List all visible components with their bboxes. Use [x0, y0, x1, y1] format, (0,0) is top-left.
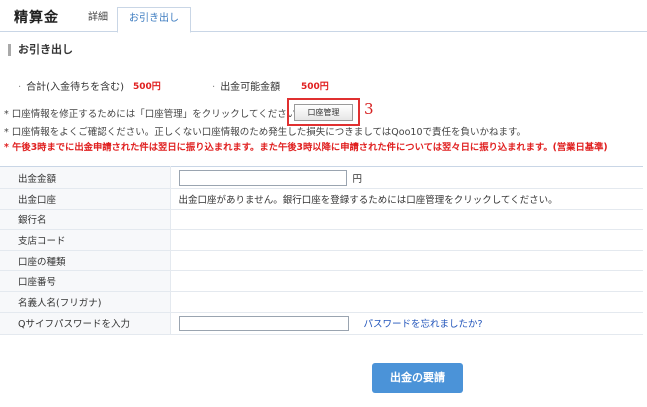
- account-type-label: 口座の種類: [0, 250, 171, 272]
- account-edit-note: * 口座情報を修正するためには「口座管理」をクリックしてください。: [4, 109, 306, 120]
- available-amount-label: 出金可能金額: [212, 78, 280, 93]
- table-row: 口座の種類: [0, 250, 643, 272]
- header: 精算金 詳細 お引き出し: [0, 0, 647, 33]
- withdrawal-form-table: 出金金額 円 出金口座 出金口座がありません。銀行口座を登録するためには口座管理…: [0, 166, 643, 335]
- transfer-schedule-note: * 午後3時までに出金申請された件は翌日に振り込まれます。また午後3時以降に申請…: [4, 142, 608, 153]
- total-label: 合計(入金待ちを含む): [18, 78, 124, 93]
- annotation-number: 3: [364, 100, 374, 118]
- account-management-button[interactable]: 口座管理: [294, 104, 353, 121]
- withdraw-amount-label: 出金金額: [0, 166, 171, 189]
- account-number-value: [170, 270, 643, 292]
- tab-withdraw[interactable]: お引き出し: [117, 7, 191, 33]
- total-value: 500円: [133, 82, 161, 92]
- tab-details[interactable]: 詳細: [78, 7, 118, 33]
- account-verify-note: * 口座情報をよくご確認ください。正しくない口座情報のため発生した損失につきまし…: [4, 127, 527, 138]
- withdraw-amount-input[interactable]: [178, 169, 347, 186]
- page-title: 精算金: [14, 10, 59, 26]
- table-row: 銀行名: [0, 209, 643, 231]
- table-row: 出金口座 出金口座がありません。銀行口座を登録するためには口座管理をクリックして…: [0, 188, 643, 210]
- forgot-password-link[interactable]: パスワードを忘れましたか?: [364, 319, 483, 330]
- bank-name-label: 銀行名: [0, 209, 171, 231]
- qsaifu-password-cell: パスワードを忘れましたか?: [170, 312, 643, 335]
- withdraw-account-label: 出金口座: [0, 188, 171, 210]
- bank-name-value: [170, 209, 643, 231]
- table-row: 名義人名(フリガナ): [0, 291, 643, 313]
- withdraw-account-value: 出金口座がありません。銀行口座を登録するためには口座管理をクリックしてください。: [170, 188, 643, 210]
- qsaifu-password-label: Qサイフパスワードを入力: [0, 312, 171, 335]
- qsaifu-password-input[interactable]: [178, 315, 349, 331]
- table-row: Qサイフパスワードを入力 パスワードを忘れましたか?: [0, 312, 643, 335]
- table-row: 支店コード: [0, 229, 643, 251]
- branch-code-value: [170, 229, 643, 251]
- table-row: 口座番号: [0, 270, 643, 292]
- table-row: 出金金額 円: [0, 166, 643, 189]
- account-holder-label: 名義人名(フリガナ): [0, 291, 171, 313]
- account-type-value: [170, 250, 643, 272]
- account-number-label: 口座番号: [0, 270, 171, 292]
- section-title: お引き出し: [8, 44, 73, 56]
- available-amount-value: 500円: [301, 82, 329, 92]
- account-holder-value: [170, 291, 643, 313]
- branch-code-label: 支店コード: [0, 229, 171, 251]
- withdraw-request-button[interactable]: 出金の要請: [372, 363, 463, 393]
- withdraw-amount-cell: 円: [170, 166, 643, 189]
- yen-suffix: 円: [352, 173, 363, 185]
